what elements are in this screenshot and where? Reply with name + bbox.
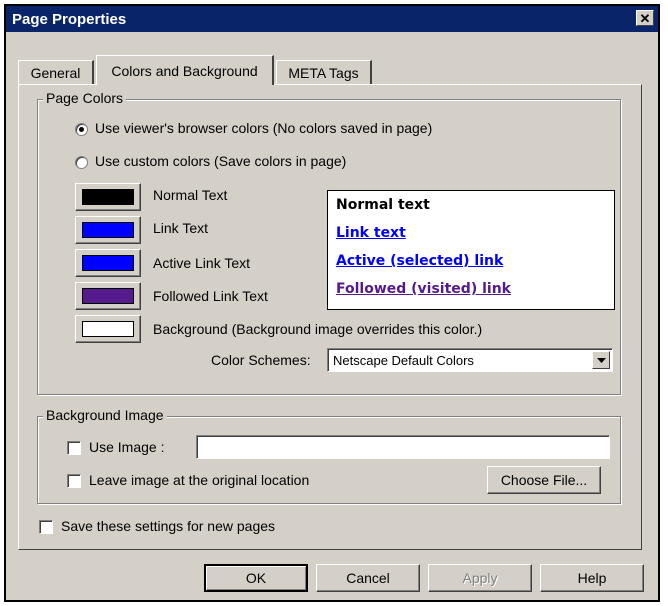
help-label: Help <box>577 570 607 586</box>
active-link-swatch <box>82 255 134 271</box>
followed-link-swatch <box>82 288 134 304</box>
preview-active-link: Active (selected) link <box>336 253 504 269</box>
apply-button[interactable]: Apply <box>428 564 532 592</box>
leave-image-checkbox[interactable] <box>67 474 81 488</box>
radio-browser-colors-label[interactable]: Use viewer's browser colors (No colors s… <box>95 120 432 136</box>
color-schemes-select[interactable]: Netscape Default Colors <box>327 348 613 372</box>
preview-link-text: Link text <box>336 225 406 241</box>
ok-label: OK <box>245 570 267 586</box>
save-settings-checkbox[interactable] <box>39 520 53 534</box>
radio-browser-colors[interactable] <box>75 123 88 136</box>
use-image-label[interactable]: Use Image : <box>89 439 164 455</box>
choose-file-label: Choose File... <box>500 472 588 488</box>
normal-text-swatch <box>82 189 134 205</box>
tab-colors-and-background[interactable]: Colors and Background <box>96 55 274 85</box>
active-link-label: Active Link Text <box>153 255 251 271</box>
use-image-checkbox[interactable] <box>67 441 81 455</box>
followed-link-color-button[interactable] <box>75 282 141 310</box>
dropdown-arrow-button[interactable] <box>592 351 610 369</box>
background-color-button[interactable] <box>75 315 141 343</box>
link-text-color-button[interactable] <box>75 216 141 244</box>
ok-button[interactable]: OK <box>204 564 308 592</box>
tab-general[interactable]: General <box>18 60 94 84</box>
radio-custom-colors-label[interactable]: Use custom colors (Save colors in page) <box>95 153 346 169</box>
color-schemes-label: Color Schemes: <box>211 352 311 368</box>
color-schemes-value: Netscape Default Colors <box>333 353 474 368</box>
close-icon: ✕ <box>639 10 651 26</box>
page-colors-legend: Page Colors <box>43 90 127 106</box>
link-text-swatch <box>82 222 134 238</box>
preview-normal-text: Normal text <box>336 197 430 213</box>
apply-label: Apply <box>462 570 498 586</box>
tab-colors-label: Colors and Background <box>111 62 258 79</box>
normal-text-color-button[interactable] <box>75 183 141 211</box>
active-link-color-button[interactable] <box>75 249 141 277</box>
close-button[interactable]: ✕ <box>636 10 654 26</box>
help-button[interactable]: Help <box>540 564 644 592</box>
tab-general-label: General <box>30 64 81 81</box>
background-image-legend: Background Image <box>43 407 167 423</box>
leave-image-label[interactable]: Leave image at the original location <box>89 472 309 488</box>
followed-link-label: Followed Link Text <box>153 288 268 304</box>
page-properties-dialog: Page Properties ✕ General Colors and Bac… <box>4 4 660 602</box>
radio-custom-colors[interactable] <box>75 156 88 169</box>
radio-selected-dot <box>79 127 84 132</box>
link-text-label: Link Text <box>153 220 208 236</box>
normal-text-label: Normal Text <box>153 187 228 203</box>
title-bar[interactable]: Page Properties ✕ <box>6 6 658 32</box>
dialog-title: Page Properties <box>12 10 127 28</box>
chevron-down-icon <box>596 357 606 363</box>
cancel-button[interactable]: Cancel <box>316 564 420 592</box>
tab-panel: Page Colors Use viewer's browser colors … <box>18 84 642 550</box>
tab-meta-tags[interactable]: META Tags <box>276 60 372 84</box>
background-label: Background (Background image overrides t… <box>153 321 483 337</box>
preview-followed-link: Followed (visited) link <box>336 281 511 297</box>
color-preview-box: Normal text Link text Active (selected) … <box>327 190 615 310</box>
save-settings-label[interactable]: Save these settings for new pages <box>61 518 275 534</box>
cancel-label: Cancel <box>346 570 390 586</box>
image-path-input[interactable] <box>196 435 610 459</box>
tab-meta-label: META Tags <box>288 64 359 81</box>
choose-file-button[interactable]: Choose File... <box>487 466 601 494</box>
background-swatch <box>82 321 134 337</box>
